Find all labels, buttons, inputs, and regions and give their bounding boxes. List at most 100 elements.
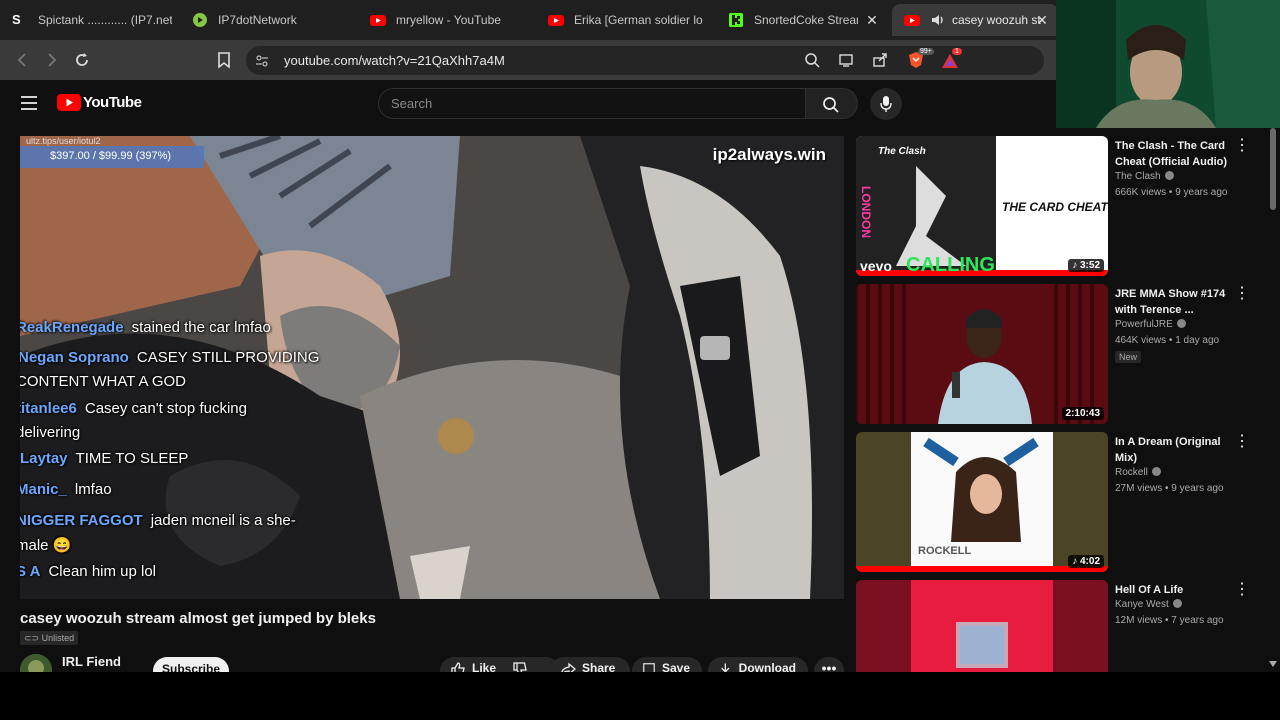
youtube-icon (904, 15, 920, 26)
video-thumbnail[interactable] (856, 580, 1108, 672)
chat-message: NIGGER FAGGOT jaden mcneil is a she- (20, 512, 296, 529)
screen-letterbox (0, 672, 1280, 720)
webcam-overlay (1056, 0, 1280, 128)
unlisted-badge: ⊂⊃ Unlisted (20, 631, 79, 645)
channel-name[interactable]: IRL Fiend (62, 654, 121, 669)
music-note-icon: ♪ (1072, 556, 1080, 567)
youtube-logo-text: YouTube (83, 94, 142, 111)
youtube-logo-icon (57, 94, 81, 111)
chat-message: Negan Soprano CASEY STILL PROVIDING (20, 349, 319, 366)
search-input[interactable]: Search (378, 88, 806, 119)
video-thumbnail[interactable]: ROCKELL ♪ 4:02 (856, 432, 1108, 572)
browser-tab-active[interactable]: casey woozuh st ✕ (892, 4, 1058, 36)
recommended-title[interactable]: In A Dream (Original Mix) (1115, 434, 1235, 466)
tab-title: Erika [German soldier lo (574, 13, 703, 27)
recommended-video[interactable]: Hell Of A Life Kanye West 12M views • 7 … (856, 580, 1256, 672)
duration-text: 3:52 (1079, 260, 1100, 271)
recommended-title[interactable]: The Clash - The Card Cheat (Official Aud… (1115, 138, 1235, 170)
video-player[interactable]: ultz.tips/user/iotul2 $397.00 / $99.99 (… (20, 136, 844, 599)
page-scrollbar[interactable] (1268, 128, 1278, 672)
chat-message: delivering (20, 424, 80, 441)
video-thumbnail[interactable]: The Clash THE CARD CHEAT LONDON vevo CAL… (856, 136, 1108, 276)
chat-message: titanlee6 Casey can't stop fucking (20, 400, 247, 417)
youtube-logo[interactable]: YouTube (57, 94, 142, 111)
thumb-caption: The Clash (878, 146, 926, 157)
webcam-feed-image (1056, 0, 1280, 128)
browser-tab[interactable]: SnortedCoke Stream ✕ (716, 4, 888, 36)
recommended-meta: 464K views • 1 day ago (1115, 335, 1220, 346)
scrollbar-thumb[interactable] (1270, 128, 1276, 210)
reload-icon[interactable] (72, 50, 92, 70)
site-settings-icon[interactable] (254, 53, 270, 69)
chat-message: male 😄 (20, 536, 71, 554)
back-icon[interactable] (12, 50, 32, 70)
close-icon[interactable]: ✕ (1034, 12, 1050, 28)
video-frame-image (20, 136, 844, 599)
zoom-icon[interactable] (804, 52, 820, 68)
recommended-channel[interactable]: PowerfulJRE (1115, 319, 1186, 330)
tab-title: casey woozuh st (952, 13, 1041, 27)
browser-tab[interactable]: Erika [German soldier lo (548, 4, 704, 36)
url-text[interactable]: youtube.com/watch?v=21QaXhh7a4M (284, 53, 505, 68)
chat-message: S A Clean him up lol (20, 563, 156, 580)
chat-text: Casey can't stop fucking (84, 400, 247, 417)
recommended-channel[interactable]: The Clash (1115, 171, 1174, 182)
tab-title: mryellow - YouTube (396, 13, 501, 27)
video-title: casey woozuh stream almost get jumped by… (20, 610, 376, 627)
thumb-caption: ROCKELL (918, 545, 971, 557)
browser-tab[interactable]: mryellow - YouTube (370, 4, 530, 36)
browser-tab[interactable]: S Spictank ............ (IP7.net (12, 4, 172, 36)
chat-text: TIME TO SLEEP (75, 450, 189, 467)
recommended-video[interactable]: ROCKELL ♪ 4:02 In A Dream (Original Mix)… (856, 432, 1256, 572)
voice-search-button[interactable] (870, 88, 902, 120)
address-bar[interactable]: youtube.com/watch?v=21QaXhh7a4M 99+ 1 (246, 46, 1044, 75)
scroll-down-arrow-icon[interactable] (1268, 660, 1278, 668)
more-vertical-icon[interactable]: ⋮ (1234, 286, 1250, 302)
chat-message: Manic_ lmfao (20, 481, 112, 498)
recommended-video[interactable]: The Clash THE CARD CHEAT LONDON vevo CAL… (856, 136, 1256, 276)
thumbnail-image: The Clash THE CARD CHEAT LONDON vevo CAL… (856, 136, 1108, 276)
close-icon[interactable]: ✕ (864, 12, 880, 28)
kick-icon (729, 13, 743, 27)
cast-icon[interactable] (838, 52, 854, 68)
search-icon (823, 97, 839, 113)
chat-text: stained the car lmfao (131, 319, 271, 336)
recommended-title[interactable]: JRE MMA Show #174 with Terence ... (1115, 286, 1235, 318)
rumble-icon (193, 13, 207, 27)
music-note-icon: ♪ (1072, 260, 1080, 271)
youtube-icon (370, 15, 386, 26)
more-vertical-icon[interactable]: ⋮ (1234, 138, 1250, 154)
chat-username: Negan Soprano (20, 349, 129, 366)
recommended-channel[interactable]: Rockell (1115, 467, 1161, 478)
speaker-icon[interactable] (930, 12, 946, 28)
forward-icon[interactable] (42, 50, 62, 70)
more-vertical-icon[interactable]: ⋮ (1234, 582, 1250, 598)
shields-count-badge: 99+ (918, 48, 934, 55)
duration-text: 4:02 (1079, 556, 1100, 567)
share-page-icon[interactable] (872, 52, 888, 68)
recommended-channel-name: Rockell (1115, 467, 1148, 478)
verified-icon (1151, 467, 1161, 476)
link-icon: ⊂⊃ (24, 633, 42, 643)
youtube-icon (548, 15, 564, 26)
recommended-channel[interactable]: Kanye West (1115, 599, 1182, 610)
video-thumbnail[interactable]: 2:10:43 (856, 284, 1108, 424)
recommended-channel-name: PowerfulJRE (1115, 319, 1173, 330)
new-badge: New (1115, 351, 1142, 363)
search-button[interactable] (806, 88, 858, 119)
thumbnail-image (856, 580, 1108, 672)
recommended-video[interactable]: 2:10:43 JRE MMA Show #174 with Terence .… (856, 284, 1256, 424)
chat-text: CASEY STILL PROVIDING (136, 349, 320, 366)
browser-tab[interactable]: IP7dotNetwork (192, 4, 352, 36)
tab-title: IP7dotNetwork (218, 13, 297, 27)
hamburger-menu-icon[interactable] (20, 95, 38, 111)
search-placeholder: Search (391, 96, 433, 111)
chat-username: NIGGER FAGGOT (20, 512, 143, 529)
duration-badge: ♪ 3:52 (1068, 259, 1104, 272)
chat-username: ReakRenegade (20, 319, 124, 336)
bookmark-icon[interactable] (214, 50, 234, 70)
more-vertical-icon[interactable]: ⋮ (1234, 434, 1250, 450)
thumb-caption: LONDON (859, 186, 873, 238)
recommended-title[interactable]: Hell Of A Life (1115, 582, 1235, 598)
recommended-meta: 666K views • 9 years ago (1115, 187, 1228, 198)
